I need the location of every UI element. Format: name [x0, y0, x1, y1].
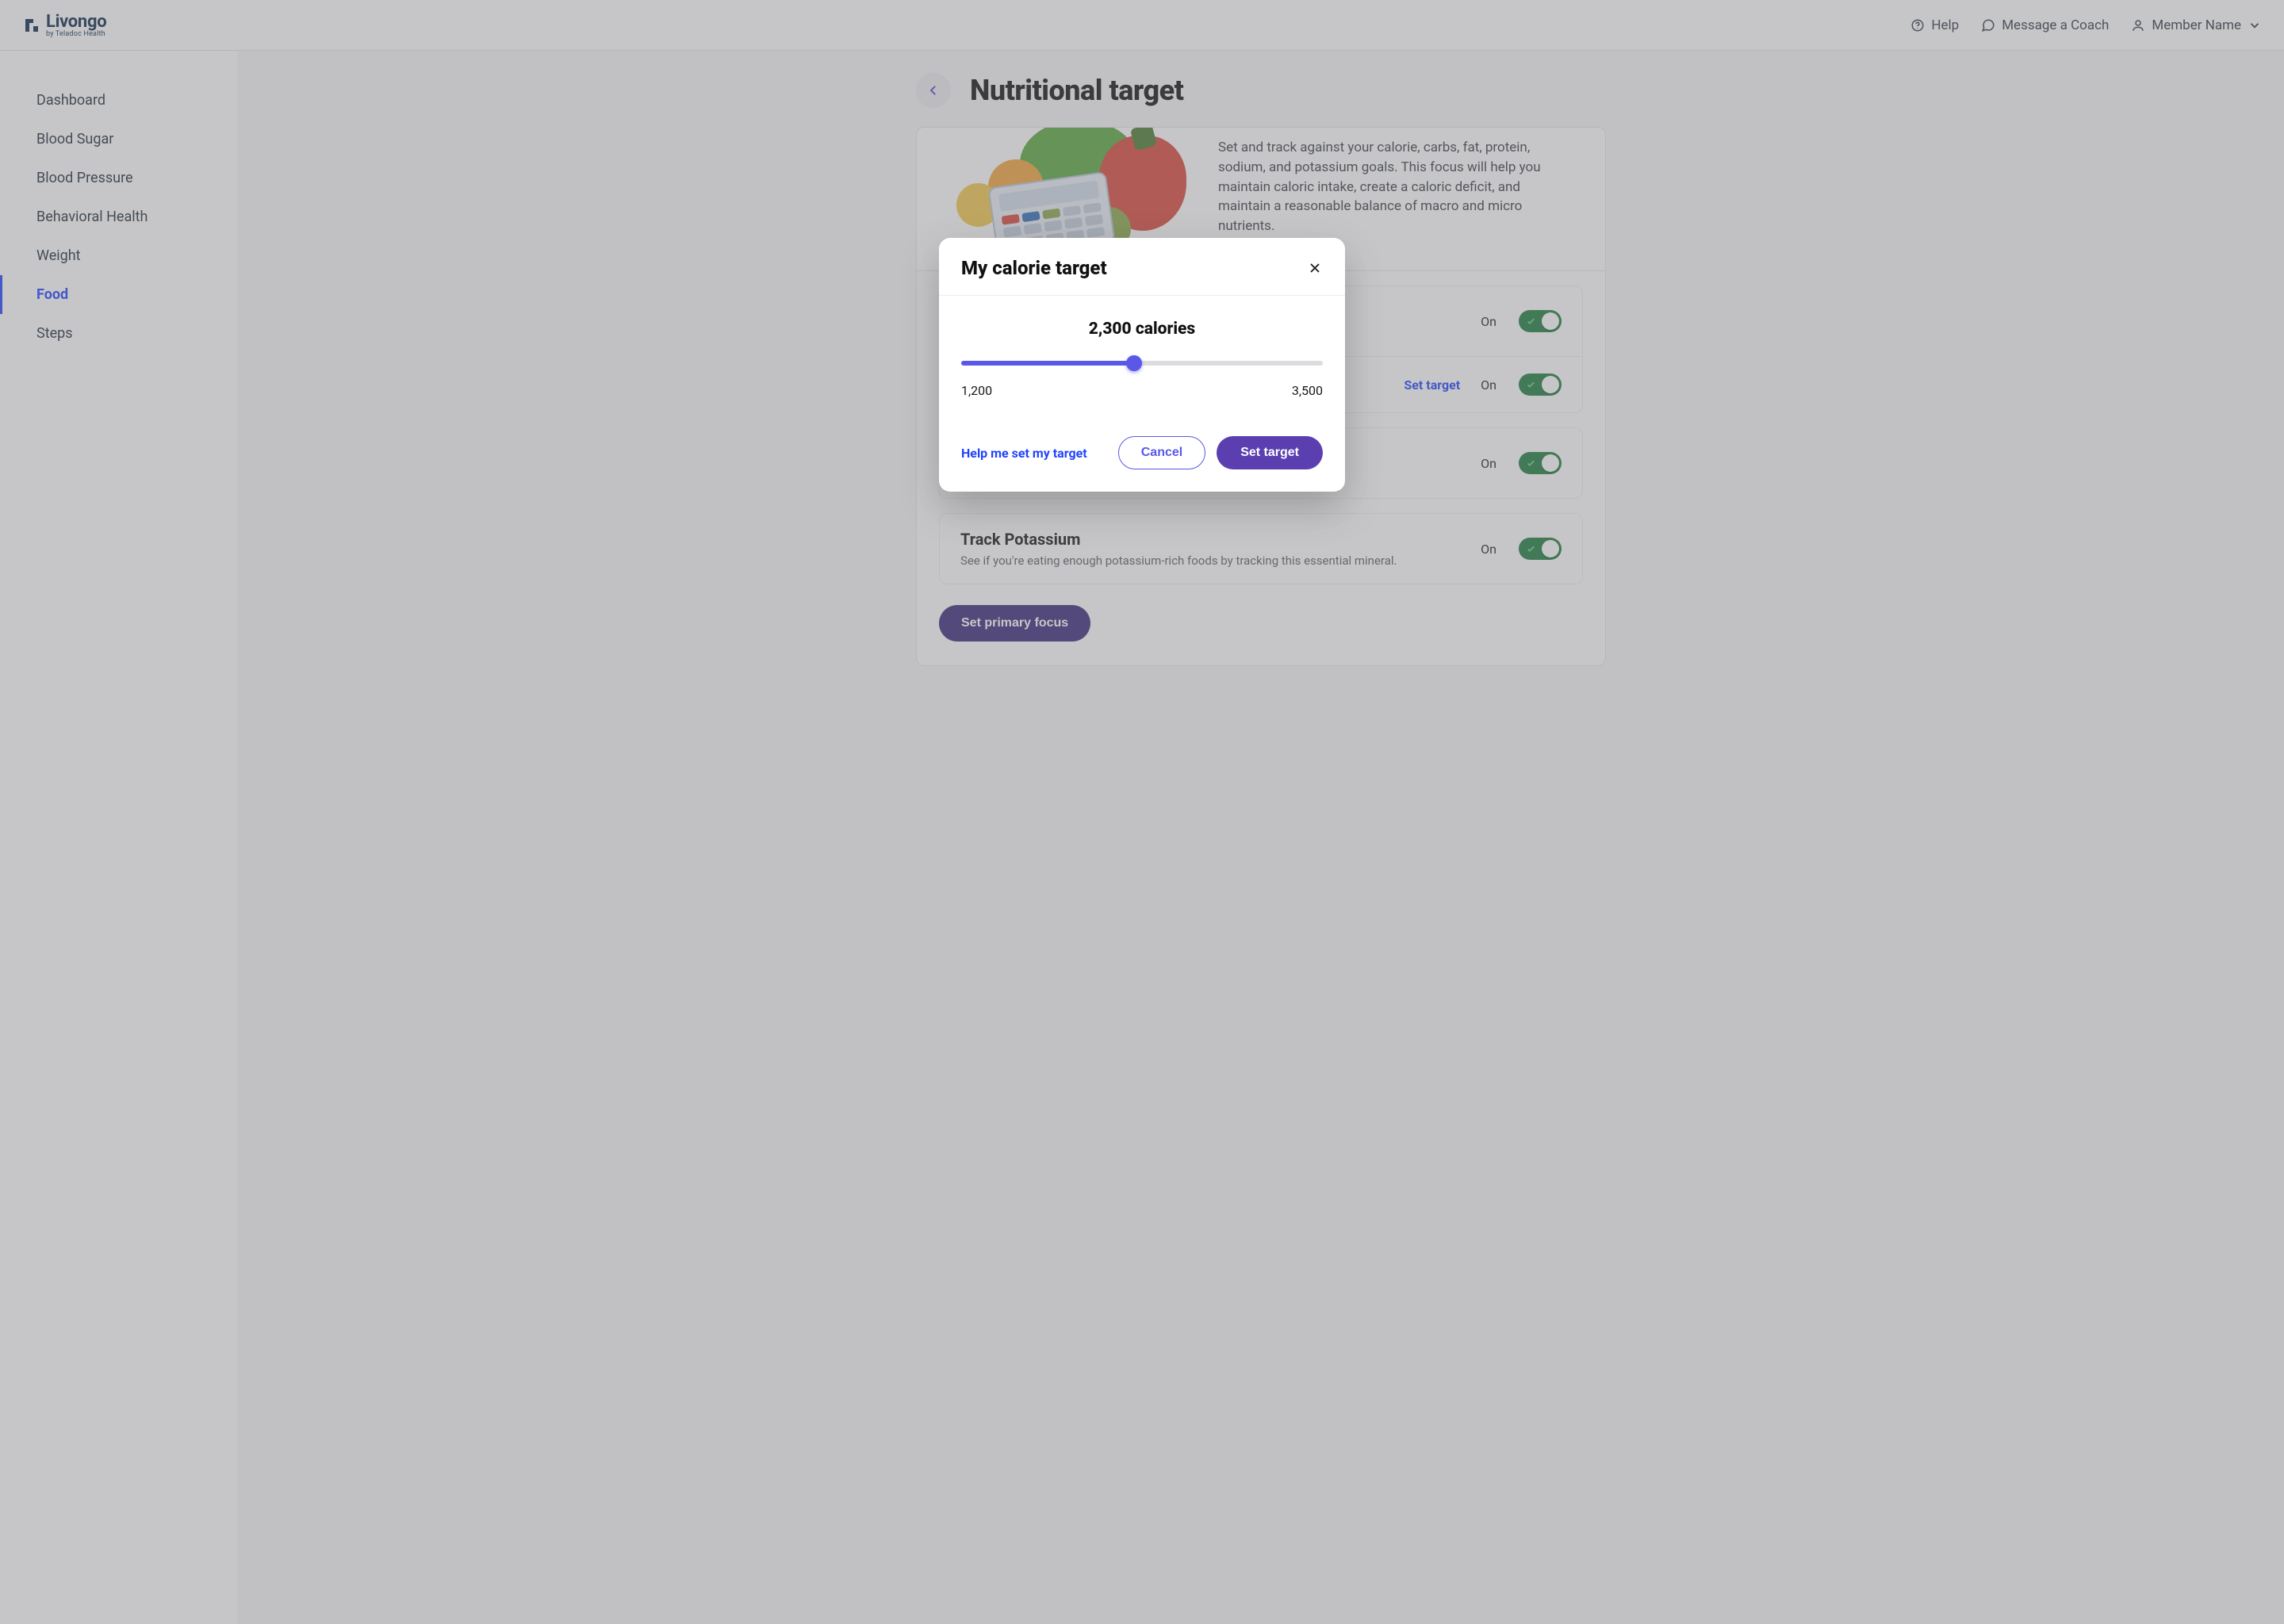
modal-title: My calorie target	[961, 257, 1107, 279]
calorie-slider[interactable]	[961, 354, 1323, 372]
set-target-button[interactable]: Set target	[1217, 436, 1323, 469]
modal-overlay[interactable]: My calorie target 2,300 calories 1,200 3…	[0, 0, 2284, 1624]
slider-max-label: 3,500	[1292, 383, 1323, 398]
slider-min-label: 1,200	[961, 383, 992, 398]
close-icon	[1307, 260, 1323, 276]
cancel-button[interactable]: Cancel	[1118, 436, 1205, 469]
calorie-value: 2,300 calories	[961, 320, 1323, 339]
calorie-target-modal: My calorie target 2,300 calories 1,200 3…	[939, 238, 1345, 492]
modal-close-button[interactable]	[1307, 260, 1323, 276]
slider-thumb[interactable]	[1126, 355, 1142, 371]
help-set-target-link[interactable]: Help me set my target	[961, 446, 1107, 461]
slider-fill	[961, 361, 1134, 366]
